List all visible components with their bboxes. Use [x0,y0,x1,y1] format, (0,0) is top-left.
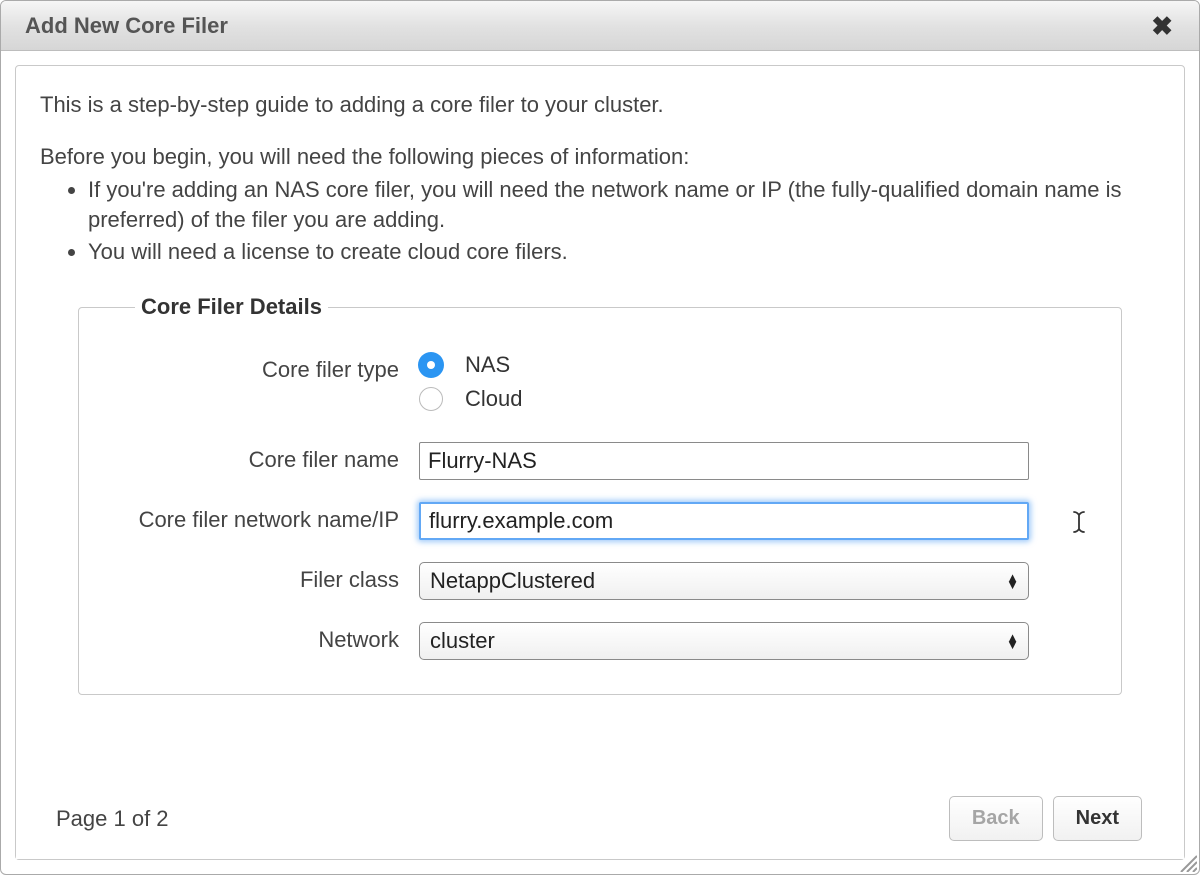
row-core-filer-type: Core filer type NAS Cloud [119,352,1081,420]
core-filer-network-input[interactable] [419,502,1029,540]
page-indicator: Page 1 of 2 [56,806,169,832]
row-core-filer-name: Core filer name [119,442,1081,480]
dialog-titlebar: Add New Core Filer ✖ [1,1,1199,51]
row-core-filer-network: Core filer network name/IP [119,502,1081,540]
radio-option-cloud[interactable]: Cloud [419,386,1029,412]
label-core-filer-name: Core filer name [119,442,419,474]
dialog-footer: Page 1 of 2 Back Next [16,778,1184,859]
intro-bullets: If you're adding an NAS core filer, you … [40,175,1160,266]
next-button[interactable]: Next [1053,796,1142,841]
network-select[interactable]: cluster [419,622,1029,660]
filer-class-value: NetappClustered [430,568,595,593]
dialog-title: Add New Core Filer [25,13,228,39]
radio-option-nas[interactable]: NAS [419,352,1029,378]
network-value: cluster [430,628,495,653]
core-filer-details-fieldset: Core Filer Details Core filer type NAS C… [78,294,1122,695]
dialog-content: This is a step-by-step guide to adding a… [1,51,1199,874]
fieldset-legend: Core Filer Details [135,294,328,320]
label-filer-class: Filer class [119,562,419,594]
footer-buttons: Back Next [949,796,1142,841]
label-core-filer-type: Core filer type [119,352,419,384]
radio-label-cloud: Cloud [465,386,522,412]
intro-bullet-1: If you're adding an NAS core filer, you … [88,175,1160,234]
row-network: Network cluster ▲▼ [119,622,1081,660]
intro-line-2: Before you begin, you will need the foll… [40,142,1160,172]
close-icon[interactable]: ✖ [1145,9,1179,43]
intro-line-1: This is a step-by-step guide to adding a… [40,90,1160,120]
core-filer-name-input[interactable] [419,442,1029,480]
intro-text: This is a step-by-step guide to adding a… [40,90,1160,276]
dialog-content-inner: This is a step-by-step guide to adding a… [15,65,1185,860]
label-network: Network [119,622,419,654]
radio-label-nas: NAS [465,352,510,378]
filer-class-select[interactable]: NetappClustered [419,562,1029,600]
text-cursor-icon [1072,510,1088,539]
intro-bullet-2: You will need a license to create cloud … [88,237,1160,267]
label-core-filer-network: Core filer network name/IP [119,502,419,534]
row-filer-class: Filer class NetappClustered ▲▼ [119,562,1081,600]
add-core-filer-dialog: Add New Core Filer ✖ This is a step-by-s… [0,0,1200,875]
back-button[interactable]: Back [949,796,1043,841]
radio-icon [419,387,443,411]
radio-icon [419,353,443,377]
